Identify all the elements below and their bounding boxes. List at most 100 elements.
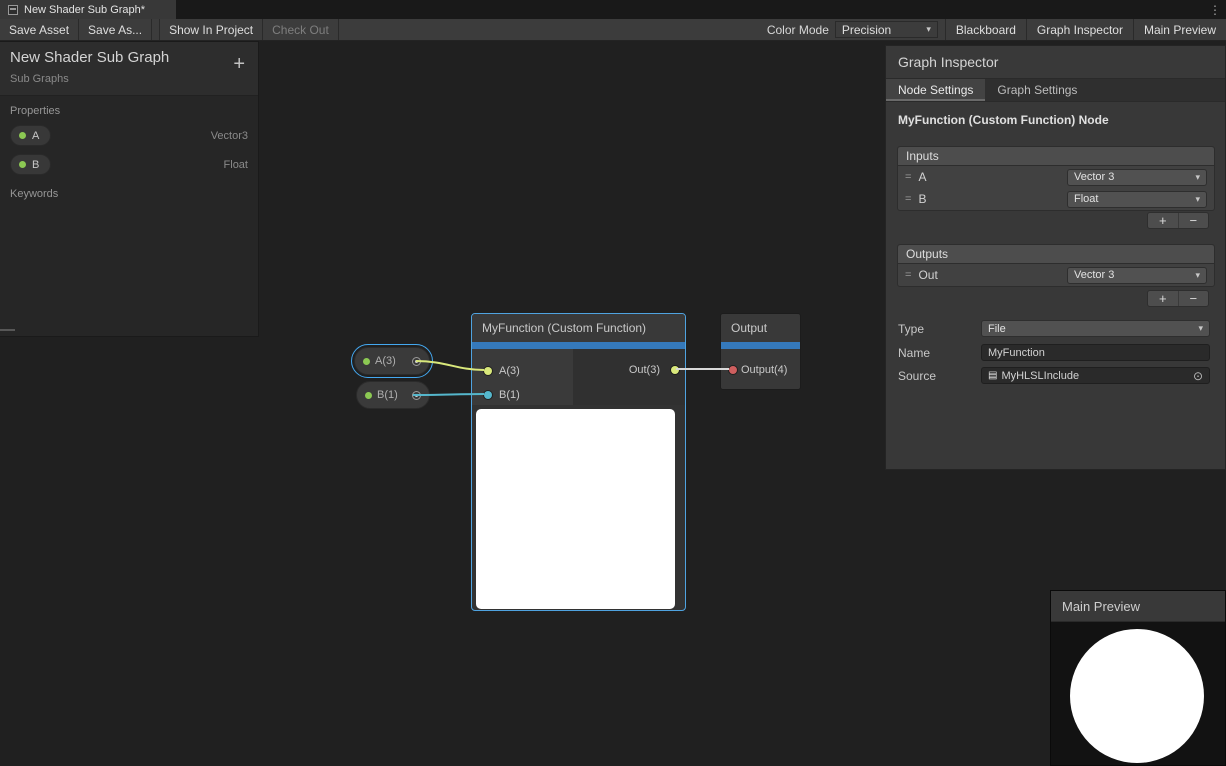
graph-inspector-panel: Graph Inspector Node Settings Graph Sett…	[885, 45, 1226, 470]
main-preview-panel: Main Preview	[1050, 590, 1226, 766]
window-tab-bar: New Shader Sub Graph* ⋮	[0, 0, 1226, 19]
tab-graph-settings[interactable]: Graph Settings	[985, 79, 1089, 101]
property-dot-icon	[365, 392, 372, 399]
type-dropdown[interactable]: File ▾	[981, 320, 1210, 337]
outputs-box: Outputs = Out Vector 3 ▾	[897, 244, 1215, 287]
property-node-a[interactable]: A(3)	[354, 347, 430, 375]
object-picker-icon[interactable]: ⊙	[1193, 369, 1203, 383]
drag-handle-icon[interactable]: =	[905, 269, 911, 281]
remove-output-button[interactable]: −	[1179, 291, 1209, 306]
output-row-out[interactable]: = Out Vector 3 ▾	[898, 264, 1214, 286]
source-value: MyHLSLInclude	[1001, 370, 1079, 382]
panel-resize-handle[interactable]	[0, 329, 15, 331]
save-as-button[interactable]: Save As...	[79, 19, 152, 40]
blackboard-subtitle: Sub Graphs	[10, 73, 248, 85]
chevron-down-icon: ▾	[1195, 271, 1200, 280]
tab-node-settings[interactable]: Node Settings	[886, 79, 985, 101]
name-label: Name	[898, 346, 930, 360]
output-port-icon[interactable]	[412, 357, 421, 366]
property-row-b: B Float	[0, 150, 258, 179]
menu-dots-icon[interactable]: ⋮	[1209, 0, 1221, 19]
output-type-value: Vector 3	[1074, 269, 1114, 281]
chevron-down-icon: ▾	[926, 25, 931, 34]
add-output-button[interactable]: +	[1148, 291, 1179, 306]
name-value: MyFunction	[988, 347, 1045, 359]
property-node-label: A(3)	[375, 355, 396, 367]
add-input-button[interactable]: +	[1148, 213, 1179, 228]
property-pill-a[interactable]: A	[10, 125, 51, 146]
main-preview-toggle-button[interactable]: Main Preview	[1133, 19, 1226, 40]
save-asset-button[interactable]: Save Asset	[0, 19, 79, 40]
color-mode-value: Precision	[842, 23, 891, 37]
type-label: Type	[898, 322, 924, 336]
input-row-b[interactable]: = B Float ▾	[898, 188, 1214, 210]
input-port-output-label: Output(4)	[741, 364, 787, 377]
property-dot-icon	[19, 132, 26, 139]
tab-title: New Shader Sub Graph*	[24, 4, 145, 16]
output-port-icon[interactable]	[412, 391, 421, 400]
chevron-down-icon: ▾	[1195, 173, 1200, 182]
output-type-dropdown[interactable]: Vector 3 ▾	[1067, 267, 1207, 284]
blackboard-panel: New Shader Sub Graph Sub Graphs + Proper…	[0, 41, 259, 337]
node-title[interactable]: Output	[721, 314, 800, 342]
input-port-a-label: A(3)	[499, 365, 520, 378]
input-port-b-icon[interactable]	[484, 391, 492, 399]
property-node-a-selection: A(3)	[351, 344, 433, 378]
input-name: A	[918, 170, 926, 184]
blackboard-header[interactable]: New Shader Sub Graph Sub Graphs +	[0, 42, 258, 96]
drag-handle-icon[interactable]: =	[905, 171, 911, 183]
type-value: File	[988, 323, 1006, 335]
graph-inspector-toggle-button[interactable]: Graph Inspector	[1026, 19, 1133, 40]
output-port-column	[573, 349, 685, 405]
node-title[interactable]: MyFunction (Custom Function)	[472, 314, 685, 342]
node-settings-heading: MyFunction (Custom Function) Node	[886, 102, 1225, 127]
properties-section-label: Properties	[0, 96, 258, 121]
input-type-value: Float	[1074, 193, 1098, 205]
name-field[interactable]: MyFunction	[981, 344, 1210, 361]
file-icon: ▤	[988, 370, 997, 381]
chevron-down-icon: ▾	[1198, 324, 1203, 333]
input-port-a-icon[interactable]	[484, 367, 492, 375]
property-type: Vector3	[211, 130, 248, 142]
remove-input-button[interactable]: −	[1179, 213, 1209, 228]
tab-new-shader-sub-graph[interactable]: New Shader Sub Graph*	[0, 0, 176, 19]
subgraph-asset-icon	[8, 5, 18, 15]
node-accent-strip	[472, 342, 685, 349]
output-port-out-label: Out(3)	[629, 364, 660, 377]
preview-sphere	[1070, 629, 1204, 763]
input-row-a[interactable]: = A Vector 3 ▾	[898, 166, 1214, 188]
blackboard-toggle-button[interactable]: Blackboard	[945, 19, 1026, 40]
source-object-field[interactable]: ▤ MyHLSLInclude ⊙	[981, 367, 1210, 384]
property-name: A	[32, 130, 39, 142]
add-property-button[interactable]: +	[233, 54, 245, 74]
property-node-label: B(1)	[377, 389, 398, 401]
input-type-dropdown[interactable]: Float ▾	[1067, 191, 1207, 208]
custom-function-node[interactable]: MyFunction (Custom Function) A(3) B(1) O…	[471, 313, 686, 611]
color-mode-dropdown[interactable]: Precision ▾	[835, 21, 938, 38]
input-port-b-label: B(1)	[499, 389, 520, 402]
show-in-project-button[interactable]: Show In Project	[159, 19, 263, 40]
keywords-section-label: Keywords	[0, 179, 258, 204]
input-port-output-icon[interactable]	[729, 366, 737, 374]
chevron-down-icon: ▾	[1195, 195, 1200, 204]
main-preview-title[interactable]: Main Preview	[1051, 591, 1225, 622]
graph-toolbar: Save Asset Save As... Show In Project Ch…	[0, 19, 1226, 41]
property-type: Float	[224, 159, 248, 171]
property-node-b[interactable]: B(1)	[356, 381, 430, 409]
drag-handle-icon[interactable]: =	[905, 193, 911, 205]
graph-inspector-title[interactable]: Graph Inspector	[886, 46, 1225, 79]
input-type-dropdown[interactable]: Vector 3 ▾	[1067, 169, 1207, 186]
inspector-tab-bar: Node Settings Graph Settings	[886, 79, 1225, 102]
outputs-header: Outputs	[898, 245, 1214, 264]
subgraph-output-node[interactable]: Output Output(4)	[720, 313, 801, 390]
property-dot-icon	[19, 161, 26, 168]
output-name: Out	[918, 268, 937, 282]
blackboard-title: New Shader Sub Graph	[10, 49, 248, 66]
property-dot-icon	[363, 358, 370, 365]
output-port-out-icon[interactable]	[671, 366, 679, 374]
property-name: B	[32, 159, 39, 171]
inputs-add-remove: + −	[1147, 212, 1209, 229]
property-pill-b[interactable]: B	[10, 154, 51, 175]
inputs-box: Inputs = A Vector 3 ▾ = B Float ▾	[897, 146, 1215, 211]
outputs-add-remove: + −	[1147, 290, 1209, 307]
